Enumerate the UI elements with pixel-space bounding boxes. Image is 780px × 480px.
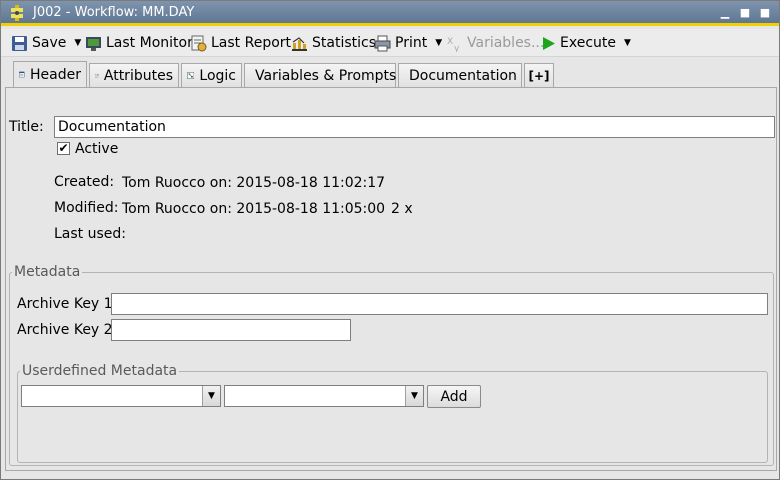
save-button[interactable]: Save ▼ (11, 32, 81, 54)
modified-label: Modified: (54, 200, 119, 216)
modified-value: Tom Ruocco on: 2015-08-18 11:05:00 (122, 201, 386, 217)
archive-key-2-input[interactable] (111, 319, 351, 341)
last-monitor-label: Last Monitor (106, 35, 193, 51)
window-title: J002 - Workflow: MM.DAY (33, 5, 195, 20)
add-button[interactable]: Add (427, 385, 481, 408)
execute-label: Execute (560, 35, 616, 51)
monitor-icon (86, 36, 101, 51)
last-report-button[interactable]: Last Report (190, 32, 291, 54)
tab-logic-label: Logic (199, 67, 236, 84)
userdefined-metadata-group: Userdefined Metadata (17, 363, 768, 463)
metadata-legend: Metadata (14, 264, 81, 280)
title-input[interactable]: Documentation (54, 116, 775, 138)
execute-button[interactable]: Execute ▼ (541, 32, 631, 54)
chevron-down-icon[interactable]: ▼ (405, 386, 423, 406)
save-label: Save (32, 35, 67, 51)
title-label: Title: (9, 119, 44, 135)
archive-key-1-input[interactable] (111, 293, 768, 315)
report-icon (191, 35, 207, 51)
last-report-label: Last Report (211, 35, 292, 51)
last-monitor-button[interactable]: Last Monitor (85, 32, 193, 54)
active-label: Active (75, 141, 119, 157)
active-checkbox[interactable]: ✔ (57, 142, 70, 155)
last-used-label: Last used: (54, 226, 126, 242)
tab-header-label: Header (30, 66, 81, 83)
statistics-icon (292, 36, 307, 51)
tab-add-label: [+] (528, 68, 550, 83)
toolbar: Save ▼ Last Monitor Last Report Statisti… (1, 29, 779, 57)
play-icon (543, 36, 555, 50)
statistics-label: Statistics (312, 35, 376, 51)
tab-variables-prompts[interactable]: Variables & Prompts (244, 63, 396, 87)
variables-icon: Xy (447, 37, 460, 52)
modified-count: 2 x (391, 201, 413, 217)
attributes-icon (95, 73, 99, 78)
header-panel: Title: Documentation ✔ Active Created: T… (5, 88, 777, 471)
minimize-icon[interactable]: ▁ (719, 7, 731, 19)
save-dropdown-icon[interactable]: ▼ (74, 38, 81, 48)
tab-attributes-label: Attributes (103, 67, 173, 84)
statistics-button[interactable]: Statistics (291, 32, 376, 54)
archive-key-1-label: Archive Key 1: (17, 296, 118, 312)
workflow-window: J002 - Workflow: MM.DAY ▁ ■ ■ Save ▼ Las… (0, 0, 780, 480)
created-label: Created: (54, 174, 115, 190)
created-value: Tom Ruocco on: 2015-08-18 11:02:17 (122, 175, 386, 191)
tab-documentation-label: Documentation (409, 67, 517, 84)
variables-button[interactable]: Xy Variables... (446, 32, 544, 54)
svg-text:y: y (454, 44, 460, 52)
header-icon (19, 71, 25, 78)
archive-key-2-label: Archive Key 2: (17, 322, 118, 338)
tab-add[interactable]: [+] (524, 63, 554, 87)
tab-bar: Header Attributes Logic Variables & Prom… (1, 60, 779, 87)
variables-label: Variables... (467, 35, 545, 51)
tab-attributes[interactable]: Attributes (89, 63, 179, 87)
print-button[interactable]: Print ▼ (374, 32, 442, 54)
tab-documentation[interactable]: Documentation (398, 63, 522, 87)
chevron-down-icon[interactable]: ▼ (202, 386, 220, 406)
tab-header[interactable]: Header (13, 61, 87, 87)
logic-icon (187, 72, 195, 79)
print-dropdown-icon[interactable]: ▼ (435, 38, 442, 48)
print-label: Print (395, 35, 428, 51)
tab-logic[interactable]: Logic (181, 63, 242, 87)
metadata-key-select[interactable]: ▼ (21, 385, 221, 407)
svg-text:X: X (447, 37, 453, 47)
tab-variables-prompts-label: Variables & Prompts (255, 67, 397, 84)
workflow-icon (10, 5, 24, 21)
maximize-icon[interactable]: ■ (739, 7, 751, 19)
close-icon[interactable]: ■ (759, 7, 771, 19)
title-bar[interactable]: J002 - Workflow: MM.DAY ▁ ■ ■ (1, 1, 779, 26)
userdefined-metadata-legend: Userdefined Metadata (22, 363, 178, 379)
printer-icon (374, 35, 391, 51)
metadata-value-select[interactable]: ▼ (224, 385, 424, 407)
execute-dropdown-icon[interactable]: ▼ (624, 38, 631, 48)
save-icon (12, 35, 27, 51)
